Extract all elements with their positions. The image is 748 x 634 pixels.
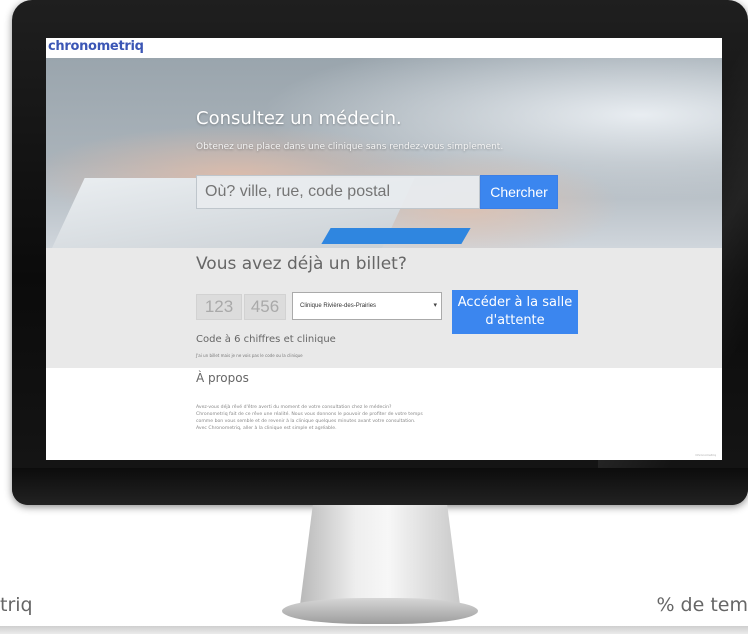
monitor-chin: [12, 468, 748, 505]
ticket-section: Vous avez déjà un billet? 123 456 Cliniq…: [46, 248, 722, 368]
monitor-screen: chronometriq Consultez un médecin. Obten…: [46, 38, 722, 460]
footer-credit: Chronometriq: [695, 453, 716, 457]
about-text: Avez-vous déjà rêvé d'être averti du mom…: [196, 404, 536, 432]
about-paragraph: Avez-vous déjà rêvé d'être averti du mom…: [196, 405, 392, 410]
hero-subtitle: Obtenez une place dans une clinique sans…: [196, 142, 504, 152]
ticket-code-part2-input[interactable]: 456: [244, 294, 286, 320]
about-paragraph: Chronometriq fait de ce rêve une réalité…: [196, 412, 423, 417]
search-input[interactable]: [196, 175, 480, 209]
about-title: À propos: [196, 371, 249, 385]
bottom-caption-left: triq: [0, 594, 33, 616]
about-paragraph: comme bon vous semble et de revenir à la…: [196, 419, 416, 424]
ticket-code-part1-input[interactable]: 123: [196, 294, 242, 320]
hero-background-stripe: [321, 228, 471, 244]
clinic-select[interactable]: Clinique Rivière-des-Prairies ▾: [292, 292, 442, 320]
bottom-caption-right: % de tem: [656, 594, 748, 616]
clinic-select-value: Clinique Rivière-des-Prairies: [300, 303, 377, 309]
chevron-down-icon: ▾: [433, 302, 437, 309]
monitor-stand-base: [282, 598, 478, 624]
brand-logo[interactable]: chronometriq: [48, 39, 144, 54]
code-help-link[interactable]: J'ai un billet mais je ne vois pas le co…: [196, 353, 303, 358]
monitor-stand-neck: [300, 505, 460, 605]
top-bar: chronometriq: [46, 38, 722, 58]
search-button[interactable]: Chercher: [480, 175, 558, 209]
hero-section: Consultez un médecin. Obtenez une place …: [46, 58, 722, 248]
code-hint: Code à 6 chiffres et clinique: [196, 334, 336, 345]
about-section: À propos Avez-vous déjà rêvé d'être aver…: [46, 368, 722, 460]
about-paragraph: Avec Chronometriq, aller à la clinique e…: [196, 426, 337, 431]
hero-title: Consultez un médecin.: [196, 108, 402, 129]
desk-surface: [0, 626, 748, 634]
access-waiting-room-button[interactable]: Accéder à la salle d'attente: [452, 290, 578, 334]
ticket-title: Vous avez déjà un billet?: [196, 254, 407, 274]
